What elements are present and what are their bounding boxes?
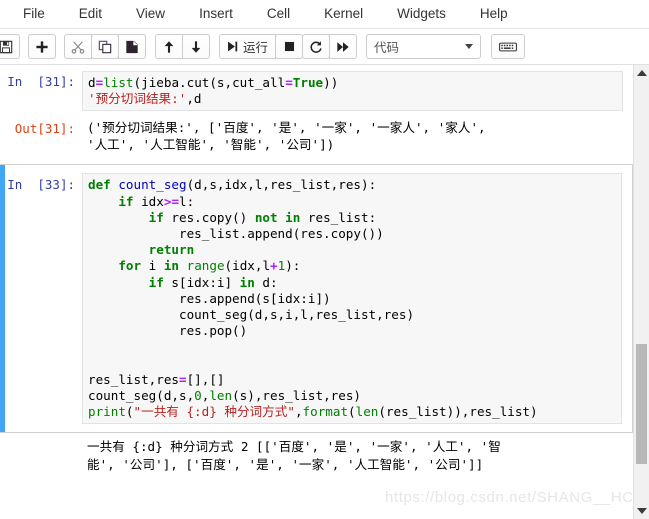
cell-type-value: 代码 xyxy=(374,40,400,55)
copy-icon xyxy=(98,40,112,53)
triangle-up-icon xyxy=(636,70,647,76)
scroll-down-button[interactable] xyxy=(634,503,649,519)
toolbar: 运行 代码 xyxy=(0,29,649,65)
cell-selection-indicator xyxy=(0,165,5,433)
arrow-up-icon xyxy=(164,40,174,53)
cut-button[interactable] xyxy=(64,34,92,59)
run-icon xyxy=(228,41,238,52)
code-cell-in-31[interactable]: In [31]: d=list(jieba.cut(s,cut_all=True… xyxy=(0,69,633,113)
keyboard-icon xyxy=(499,42,517,51)
run-button-label: 运行 xyxy=(243,40,269,55)
toolbar-group-edit xyxy=(64,34,146,59)
menu-insert[interactable]: Insert xyxy=(182,3,250,26)
code-editor-31[interactable]: d=list(jieba.cut(s,cut_all=True)) '预分切词结… xyxy=(82,71,623,112)
scissors-icon xyxy=(71,40,85,54)
menu-bar: File Edit View Insert Cell Kernel Widget… xyxy=(0,0,649,29)
cell-spacer xyxy=(0,156,633,164)
insert-cell-below-button[interactable] xyxy=(28,34,56,59)
menu-edit[interactable]: Edit xyxy=(62,3,119,26)
menu-help[interactable]: Help xyxy=(463,3,525,26)
output-cell-out-31: Out[31]: ('预分切词结果:', ['百度', '是', '一家', '… xyxy=(0,113,633,156)
code-cell-in-33[interactable]: In [33]: def count_seg(d,s,idx,l,res_lis… xyxy=(0,164,633,434)
paste-button[interactable] xyxy=(118,34,146,59)
toolbar-group-move xyxy=(155,34,210,59)
command-palette-button[interactable] xyxy=(491,34,526,59)
interrupt-kernel-button[interactable] xyxy=(275,34,304,59)
run-cell-button[interactable]: 运行 xyxy=(219,34,277,59)
restart-kernel-button[interactable] xyxy=(302,34,331,59)
output-cell-stdout: 一共有 {:d} 种分词方式 2 [['百度', '是', '一家', '人工'… xyxy=(0,433,633,481)
restart-circle-icon xyxy=(310,40,322,53)
stdout-text: 一共有 {:d} 种分词方式 2 [['百度', '是', '一家', '人工'… xyxy=(87,439,501,473)
paste-icon xyxy=(126,40,138,53)
input-prompt-33: In [33]: xyxy=(7,177,75,193)
chevron-down-icon xyxy=(465,44,474,49)
arrow-down-icon xyxy=(191,40,201,53)
menu-view[interactable]: View xyxy=(119,3,182,26)
notebook-scroll-region[interactable]: In [31]: d=list(jieba.cut(s,cut_all=True… xyxy=(0,65,633,519)
move-cell-up-button[interactable] xyxy=(155,34,183,59)
toolbar-group-save xyxy=(0,34,20,59)
stdout-prompt xyxy=(0,437,82,475)
toolbar-group-palette xyxy=(491,34,526,59)
fast-forward-icon xyxy=(337,41,349,52)
menu-kernel[interactable]: Kernel xyxy=(307,3,380,26)
vertical-scrollbar[interactable] xyxy=(633,65,649,519)
restart-and-run-all-button[interactable] xyxy=(329,34,358,59)
move-cell-down-button[interactable] xyxy=(182,34,210,59)
toolbar-group-run: 运行 xyxy=(219,34,358,59)
menu-widgets[interactable]: Widgets xyxy=(380,3,463,26)
copy-button[interactable] xyxy=(91,34,119,59)
notebook-area: In [31]: d=list(jieba.cut(s,cut_all=True… xyxy=(0,65,649,519)
input-prompt-31: In [31]: xyxy=(7,74,75,89)
code-editor-33[interactable]: def count_seg(d,s,idx,l,res_list,res): i… xyxy=(82,173,622,425)
menu-file[interactable]: File xyxy=(6,3,62,26)
save-button[interactable] xyxy=(0,34,20,59)
triangle-down-icon xyxy=(636,508,647,514)
cell-type-select[interactable]: 代码 xyxy=(366,34,482,59)
menu-cell[interactable]: Cell xyxy=(250,3,307,26)
plus-icon xyxy=(36,40,48,53)
scrollbar-thumb[interactable] xyxy=(636,344,647,464)
scroll-up-button[interactable] xyxy=(634,65,649,81)
stop-square-icon xyxy=(284,41,294,52)
output-prompt-31: Out[31]: xyxy=(14,121,75,137)
toolbar-group-insert xyxy=(28,34,56,59)
output-text-31: ('预分切词结果:', ['百度', '是', '一家', '一家人', '家人… xyxy=(87,120,486,153)
save-icon xyxy=(0,40,13,53)
